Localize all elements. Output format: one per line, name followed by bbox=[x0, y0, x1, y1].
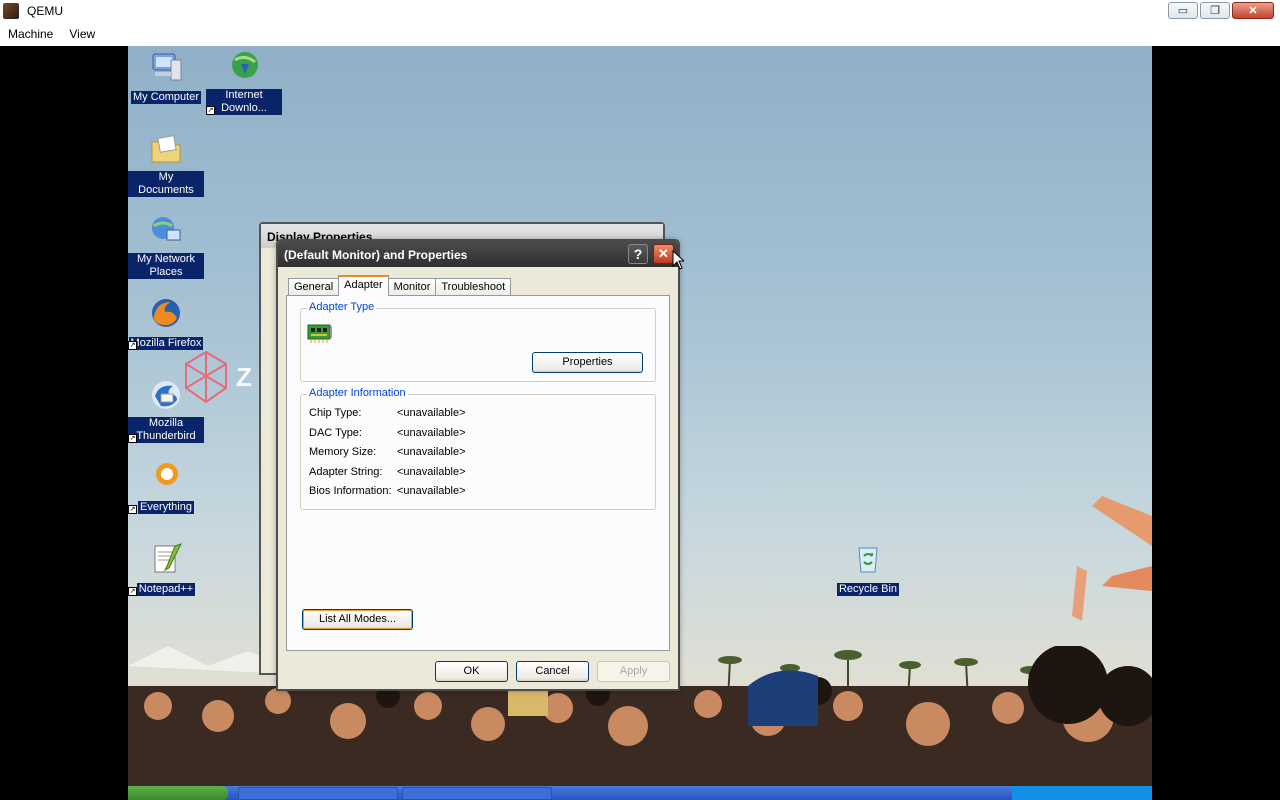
system-tray bbox=[1012, 786, 1152, 800]
desktop-icon-label: Notepad++ bbox=[136, 583, 196, 596]
shortcut-arrow-icon: ↗ bbox=[128, 341, 137, 350]
tab-monitor[interactable]: Monitor bbox=[387, 278, 437, 296]
desktop-icon-label: My Network Places bbox=[128, 253, 204, 279]
desktop-icon-mozilla-firefox[interactable]: ↗ Mozilla Firefox bbox=[128, 296, 204, 350]
computer-icon bbox=[152, 53, 182, 81]
network-places-icon bbox=[152, 217, 181, 244]
adapter-information-title: Adapter Information bbox=[307, 387, 408, 399]
thunderbird-icon bbox=[152, 381, 180, 409]
dialog-tabs: General Adapter Monitor Troubleshoot bbox=[288, 275, 512, 296]
host-window-title: QEMU bbox=[27, 4, 63, 18]
dialog-title: (Default Monitor) and Properties bbox=[284, 248, 468, 262]
adapter-properties-button[interactable]: Properties bbox=[532, 352, 643, 373]
restore-button[interactable]: ❐ bbox=[1200, 2, 1230, 19]
recycle-bin-icon bbox=[858, 547, 878, 573]
host-window-controls: ▭ ❐ ✕ bbox=[1168, 2, 1274, 19]
desktop-icon-everything[interactable]: ↗ Everything bbox=[128, 460, 204, 514]
ok-button[interactable]: OK bbox=[435, 661, 508, 682]
desktop-icon-my-documents[interactable]: My Documents bbox=[128, 132, 204, 197]
desktop-icon-internet-download-manager[interactable]: ↗ Internet Downlo... bbox=[206, 50, 282, 115]
desktop-icon-label: Mozilla Firefox bbox=[128, 337, 204, 350]
documents-folder-icon bbox=[151, 135, 181, 163]
dialog-titlebar[interactable]: (Default Monitor) and Properties ? ✕ bbox=[278, 241, 678, 267]
guest-taskbar bbox=[128, 786, 1152, 800]
host-menubar: Machine View bbox=[0, 22, 1280, 46]
desktop-icon-label: Mozilla Thunderbird bbox=[128, 417, 204, 443]
info-row-bios-information: Bios Information: <unavailable> bbox=[309, 485, 466, 497]
everything-icon bbox=[156, 463, 178, 485]
mouse-cursor-icon bbox=[672, 250, 684, 270]
apply-button[interactable]: Apply bbox=[597, 661, 670, 682]
shortcut-arrow-icon: ↗ bbox=[128, 587, 137, 596]
desktop-icon-label: Internet Downlo... bbox=[206, 89, 282, 115]
monitor-properties-dialog: (Default Monitor) and Properties ? ✕ Gen… bbox=[276, 239, 680, 691]
host-titlebar: QEMU ▭ ❐ ✕ bbox=[0, 0, 1280, 22]
video-card-icon bbox=[307, 324, 332, 343]
adapter-information-group: Adapter Information Chip Type: <unavailab… bbox=[300, 387, 656, 510]
tab-troubleshoot[interactable]: Troubleshoot bbox=[435, 278, 512, 296]
desktop-icon-notepad-plus-plus[interactable]: ↗ Notepad++ bbox=[128, 542, 204, 596]
menu-machine[interactable]: Machine bbox=[0, 27, 61, 41]
desktop-icon-label: Recycle Bin bbox=[836, 583, 900, 596]
tab-general[interactable]: General bbox=[288, 278, 340, 296]
host-close-button[interactable]: ✕ bbox=[1232, 2, 1274, 19]
taskbar-item-firefox[interactable] bbox=[238, 787, 398, 800]
info-row-chip-type: Chip Type: <unavailable> bbox=[309, 407, 466, 419]
help-button[interactable]: ? bbox=[628, 244, 648, 264]
menu-view[interactable]: View bbox=[61, 27, 103, 41]
tab-adapter[interactable]: Adapter bbox=[338, 275, 389, 296]
idm-icon bbox=[232, 52, 258, 78]
shortcut-arrow-icon: ↗ bbox=[128, 434, 137, 443]
list-all-modes-button[interactable]: List All Modes... bbox=[302, 609, 413, 630]
notepadpp-icon bbox=[154, 543, 182, 573]
shortcut-arrow-icon: ↗ bbox=[206, 106, 215, 115]
adapter-type-group: Adapter Type Properties bbox=[300, 301, 656, 382]
desktop-icon-label: My Computer bbox=[130, 91, 202, 104]
dialog-close-button[interactable]: ✕ bbox=[653, 244, 674, 264]
shortcut-arrow-icon: ↗ bbox=[128, 505, 137, 514]
cancel-button[interactable]: Cancel bbox=[516, 661, 589, 682]
desktop-icon-my-computer[interactable]: My Computer bbox=[128, 50, 204, 104]
adapter-type-title: Adapter Type bbox=[307, 301, 377, 313]
info-row-adapter-string: Adapter String: <unavailable> bbox=[309, 466, 466, 478]
firefox-icon bbox=[152, 299, 180, 327]
adapter-tab-panel: Adapter Type Properties Adapter Informat… bbox=[286, 295, 670, 651]
desktop-icon-label: My Documents bbox=[128, 171, 204, 197]
info-row-dac-type: DAC Type: <unavailable> bbox=[309, 427, 466, 439]
desktop-icon-mozilla-thunderbird[interactable]: ↗ Mozilla Thunderbird bbox=[128, 378, 204, 443]
desktop-icon-recycle-bin[interactable]: Recycle Bin bbox=[830, 542, 906, 596]
taskbar-item-addons[interactable] bbox=[402, 787, 552, 800]
svg-text:Z: Z bbox=[236, 362, 252, 392]
qemu-app-icon bbox=[3, 3, 19, 19]
start-button[interactable] bbox=[128, 786, 228, 800]
info-row-memory-size: Memory Size: <unavailable> bbox=[309, 446, 466, 458]
desktop-icon-label: Everything bbox=[138, 501, 194, 514]
desktop-icon-my-network-places[interactable]: My Network Places bbox=[128, 214, 204, 279]
minimize-button[interactable]: ▭ bbox=[1168, 2, 1198, 19]
